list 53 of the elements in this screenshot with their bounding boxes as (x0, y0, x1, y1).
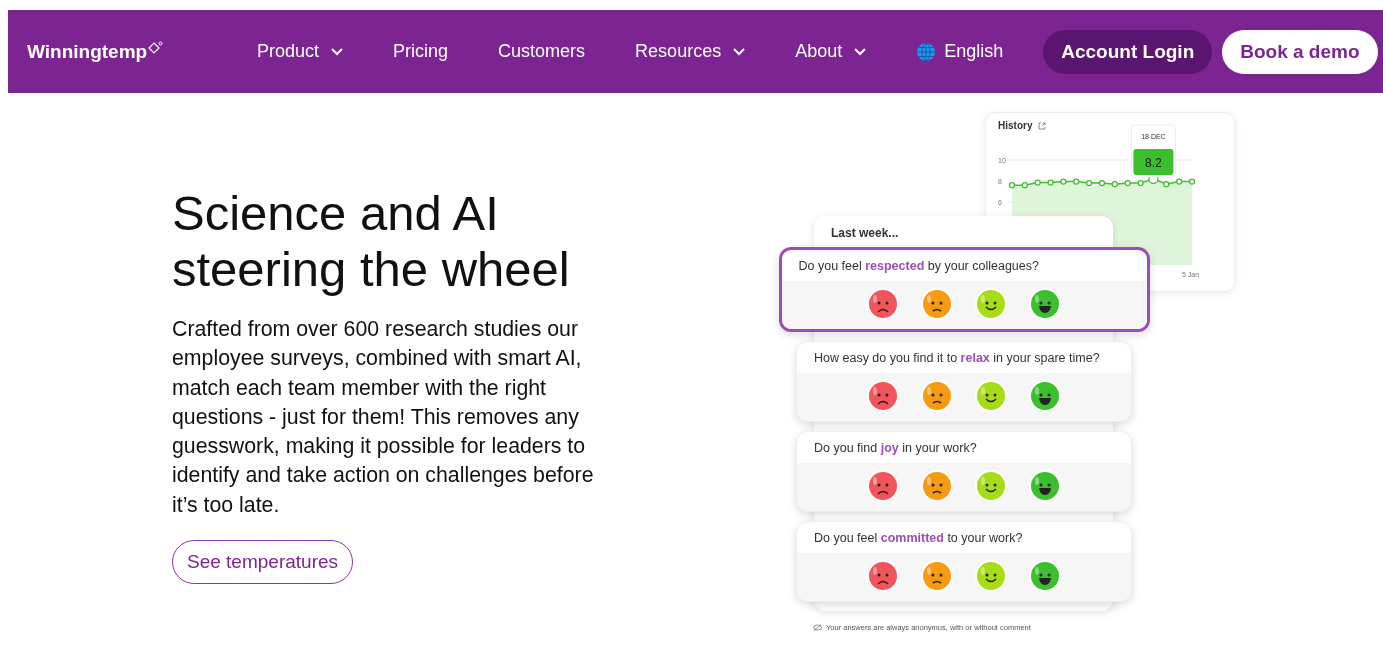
smile-face-icon[interactable] (974, 287, 1008, 321)
hero-heading: Science and AI steering the wheel (172, 185, 571, 297)
question-text: How easy do you find it to relax in your spare time? (813, 350, 1101, 367)
sad-face-icon[interactable] (866, 379, 900, 413)
eye-off-icon (813, 624, 822, 631)
data-point (1047, 179, 1054, 186)
data-point (1163, 181, 1170, 188)
worried-face-icon[interactable] (920, 469, 954, 503)
grin-face-icon[interactable] (1028, 287, 1062, 321)
globe-icon (916, 41, 937, 62)
survey-header: Last week... (831, 226, 899, 240)
see-temperatures-button[interactable]: See temperatures (172, 540, 354, 585)
card-title: History (998, 120, 1033, 131)
grin-face-icon[interactable] (1028, 379, 1062, 413)
data-point (1098, 179, 1106, 187)
data-point (1086, 179, 1093, 187)
nav-link[interactable]: About (795, 41, 867, 62)
worried-face-icon[interactable] (920, 559, 954, 593)
data-point (1021, 182, 1028, 189)
worried-face-icon[interactable] (920, 379, 954, 413)
worried-face-icon[interactable] (920, 287, 954, 321)
data-point (1137, 179, 1144, 187)
smile-face-icon[interactable] (974, 469, 1008, 503)
account-login-button[interactable]: Account Login (1043, 29, 1213, 74)
smile-face-icon[interactable] (974, 559, 1008, 593)
nav-link[interactable]: Customers (498, 41, 586, 62)
question-text: Do you feel committed to your work? (813, 530, 1024, 547)
data-point (1124, 179, 1131, 187)
data-point (1188, 178, 1196, 185)
data-point (1008, 182, 1016, 189)
nav-link[interactable]: Resources (635, 41, 746, 62)
question-text: Do you find joy in your work? (813, 440, 978, 457)
question-text: Do you feel respected by your colleagues? (797, 258, 1040, 275)
sad-face-icon[interactable] (866, 469, 900, 503)
book-demo-button[interactable]: Book a demo (1222, 29, 1378, 74)
tooltip-value: 8.2 (1145, 156, 1162, 170)
smile-face-icon[interactable] (974, 379, 1008, 413)
logo[interactable]: Winningtemp (27, 40, 148, 63)
data-point (1060, 178, 1067, 185)
data-point (1034, 179, 1041, 186)
hero-paragraph: Crafted from over 600 research studies our employee surveys, combined with smart AI, match each team member with the right questions - just for them! This removes any guesswork, making it possible for leaders to identify and take action on challenges before it’s too late. (172, 316, 594, 519)
grin-face-icon[interactable] (1028, 469, 1062, 503)
external-link-icon (1038, 122, 1046, 130)
data-point (1111, 181, 1118, 188)
sad-face-icon[interactable] (866, 287, 900, 321)
data-point (1176, 178, 1183, 185)
grin-face-icon[interactable] (1028, 559, 1062, 593)
language-selector[interactable]: English (916, 41, 1004, 62)
tooltip-value-background (1133, 149, 1174, 175)
nav-link[interactable]: Product (257, 41, 344, 62)
data-point (1073, 178, 1080, 185)
nav-link[interactable]: Pricing (393, 41, 449, 62)
sad-face-icon[interactable] (866, 559, 900, 593)
